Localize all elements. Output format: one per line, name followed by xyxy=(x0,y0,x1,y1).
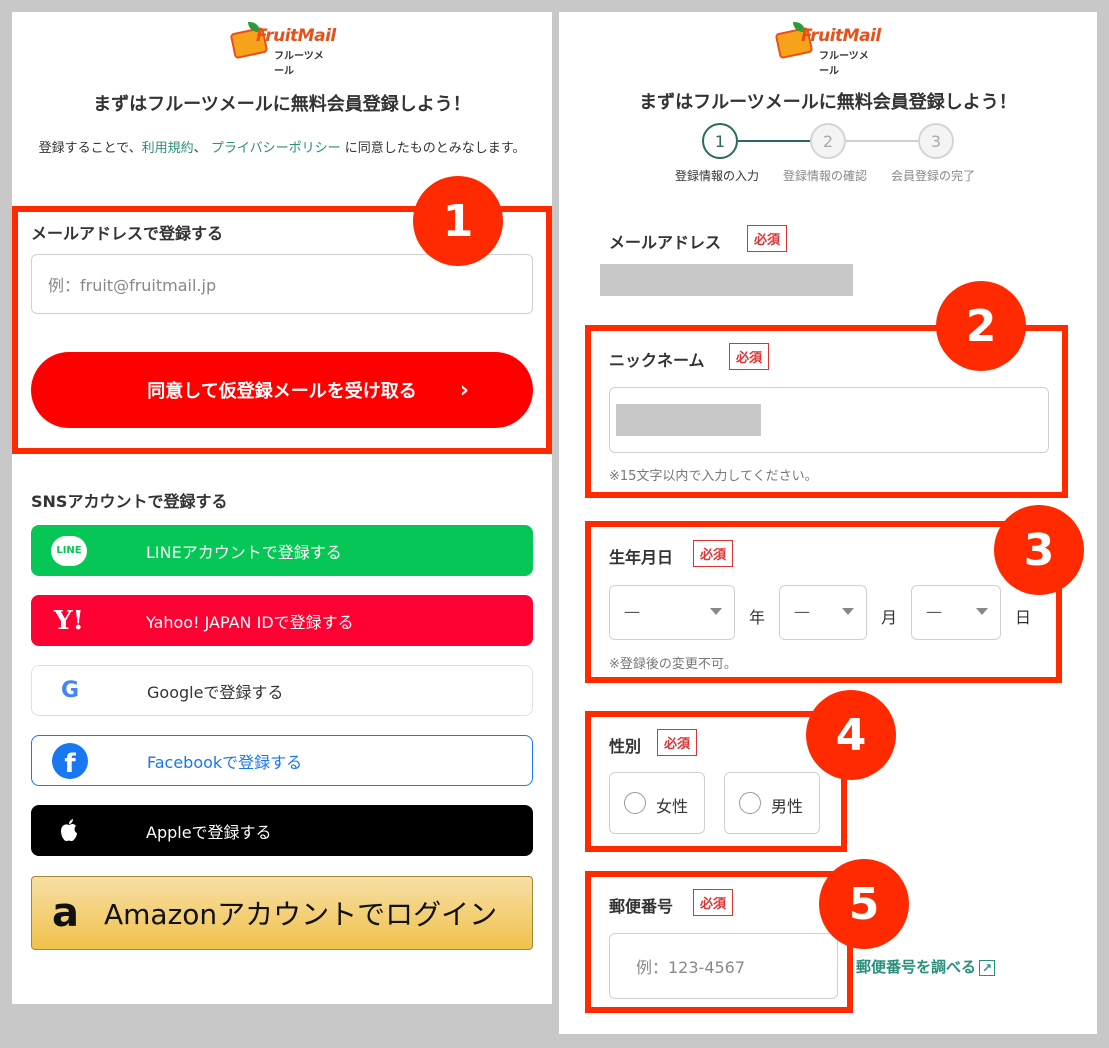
google-signup-button[interactable]: G Googleで登録する xyxy=(31,665,533,716)
page-title: まずはフルーツメールに無料会員登録しよう！ xyxy=(639,92,1017,113)
annotation-number-5: 5 xyxy=(819,859,909,949)
facebook-signup-button[interactable]: f Facebookで登録する xyxy=(31,735,533,786)
required-badge: 必須 xyxy=(747,225,788,252)
line-signup-button[interactable]: LINE LINEアカウントで登録する xyxy=(31,525,533,576)
facebook-icon: f xyxy=(52,742,88,779)
postal-lookup-link[interactable]: 郵便番号を調べる ↗ xyxy=(856,956,996,977)
apple-signup-button[interactable]: Appleで登録する xyxy=(31,805,533,856)
annotation-number-4: 4 xyxy=(806,690,896,780)
email-value-redacted xyxy=(600,264,853,296)
consent-text: 登録することで、利用規約、 プライバシーポリシー に同意したものとみなします。 xyxy=(38,141,526,156)
terms-link[interactable]: 利用規約 xyxy=(142,141,194,156)
step-3-indicator: 3 xyxy=(918,123,954,159)
amazon-icon: a xyxy=(52,890,79,936)
line-icon: LINE xyxy=(51,533,87,569)
yahoo-icon: Y! xyxy=(54,605,84,636)
left-signup-panel: FruitMail フルーツメール まずはフルーツメールに無料会員登録しよう！ … xyxy=(12,12,552,1004)
annotation-number-2: 2 xyxy=(936,281,1026,371)
step-1-indicator: 1 xyxy=(702,123,738,159)
step-2-indicator: 2 xyxy=(810,123,846,159)
google-icon: G xyxy=(60,678,80,703)
privacy-link[interactable]: プライバシーポリシー xyxy=(211,141,341,156)
fruitmail-logo: FruitMail フルーツメール xyxy=(229,22,336,77)
step-connector xyxy=(846,140,922,142)
page-title: まずはフルーツメールに無料会員登録しよう！ xyxy=(93,94,471,115)
step-3-label: 会員登録の完了 xyxy=(891,169,976,183)
external-link-icon: ↗ xyxy=(979,960,996,976)
annotation-number-1: 1 xyxy=(413,176,503,266)
step-1-label: 登録情報の入力 xyxy=(675,169,760,183)
annotation-number-3: 3 xyxy=(994,505,1084,595)
sns-heading: SNSアカウントで登録する xyxy=(31,492,228,511)
amazon-login-button[interactable]: a Amazonアカウントでログイン xyxy=(31,876,533,950)
highlight-frame-3 xyxy=(585,521,1062,683)
email-label: メールアドレス xyxy=(609,233,722,252)
fruitmail-logo: FruitMail フルーツメール xyxy=(774,22,881,77)
highlight-frame-5 xyxy=(585,871,853,1013)
step-2-label: 登録情報の確認 xyxy=(783,169,868,183)
yahoo-signup-button[interactable]: Y! Yahoo! JAPAN IDで登録する xyxy=(31,595,533,646)
apple-icon xyxy=(51,813,87,849)
